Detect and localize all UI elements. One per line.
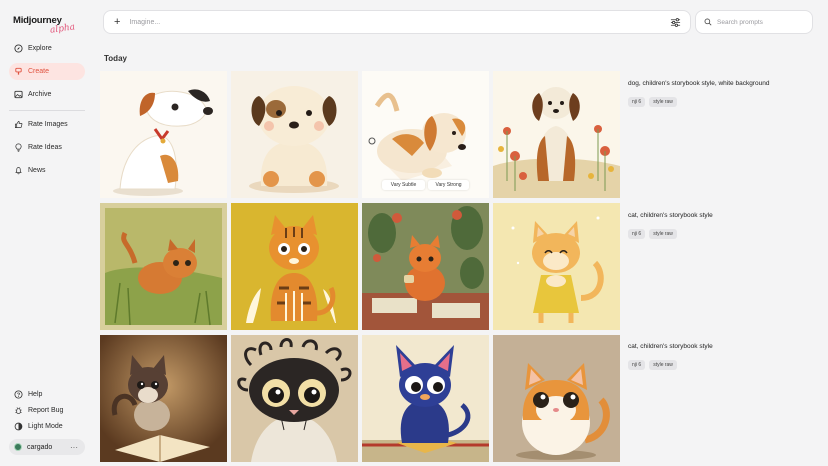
midjourney-logo[interactable]: Midjourney alpha xyxy=(13,15,88,37)
sidebar-item-label: Create xyxy=(28,68,50,75)
bug-icon xyxy=(14,406,23,415)
image-tile-dog-2[interactable] xyxy=(231,71,358,198)
imagine-placeholder: Imagine... xyxy=(129,18,161,26)
brush-icon xyxy=(14,67,23,76)
sidebar-item-report-bug[interactable]: Report Bug xyxy=(9,402,85,419)
sidebar-item-label: Rate Ideas xyxy=(28,144,62,151)
image-tile-cat-4[interactable] xyxy=(493,203,620,330)
lightbulb-icon xyxy=(14,143,23,152)
image-tile-dog-3[interactable] xyxy=(362,71,489,198)
tag-style[interactable]: style raw xyxy=(649,360,677,370)
plus-icon[interactable]: + xyxy=(114,16,120,28)
image-tile-dog-1[interactable] xyxy=(100,71,227,198)
sidebar-item-label: Light Mode xyxy=(28,423,63,430)
app-window: Midjourney alpha Explore Create Archive … xyxy=(0,0,828,466)
sidebar-item-news[interactable]: News xyxy=(9,162,85,179)
tag-group-row-1: nji 6 style raw xyxy=(628,97,677,107)
tag-group-row-3: nji 6 style raw xyxy=(628,360,677,370)
sidebar-item-archive[interactable]: Archive xyxy=(9,86,85,103)
image-tile-cat-6[interactable] xyxy=(231,335,358,462)
sidebar-item-help[interactable]: Help xyxy=(9,386,85,403)
thumbs-up-icon xyxy=(14,120,23,129)
section-title: Today xyxy=(104,54,127,63)
image-tile-cat-3[interactable] xyxy=(362,203,489,330)
tag-niji[interactable]: nji 6 xyxy=(628,229,646,239)
image-tile-cat-7[interactable] xyxy=(362,335,489,462)
sidebar-item-label: Report Bug xyxy=(28,407,64,414)
sidebar-item-label: Archive xyxy=(28,91,52,98)
bell-icon xyxy=(14,166,23,175)
prompt-text-row-2[interactable]: cat, children's storybook style xyxy=(628,212,713,219)
sidebar-item-label: Explore xyxy=(28,45,52,52)
imagine-input[interactable]: + Imagine... xyxy=(103,10,691,34)
image-tile-cat-8[interactable] xyxy=(493,335,620,462)
more-options-icon[interactable]: ··· xyxy=(70,443,78,452)
image-tile-cat-2[interactable] xyxy=(231,203,358,330)
tag-style[interactable]: style raw xyxy=(649,97,677,107)
settings-sliders-icon[interactable] xyxy=(670,17,681,28)
search-placeholder: Search prompts xyxy=(717,18,763,26)
prompt-text-row-1[interactable]: dog, children's storybook style, white b… xyxy=(628,80,769,87)
search-icon xyxy=(704,18,712,26)
tag-niji[interactable]: nji 6 xyxy=(628,360,646,370)
sidebar: Midjourney alpha Explore Create Archive … xyxy=(0,0,92,466)
tag-niji[interactable]: nji 6 xyxy=(628,97,646,107)
help-icon xyxy=(14,390,23,399)
prompt-text-row-3[interactable]: cat, children's storybook style xyxy=(628,343,713,350)
vary-subtle-button[interactable]: Vary Subtle xyxy=(382,180,425,190)
image-icon xyxy=(14,90,23,99)
user-account-button[interactable]: cargado ··· xyxy=(9,439,85,455)
vary-strong-button[interactable]: Vary Strong xyxy=(428,180,469,190)
username: cargado xyxy=(27,443,53,451)
sun-icon xyxy=(14,422,23,431)
logo-alpha-text: alpha xyxy=(49,22,76,36)
image-tile-dog-4[interactable] xyxy=(493,71,620,198)
tag-group-row-2: nji 6 style raw xyxy=(628,229,677,239)
sidebar-item-rate-images[interactable]: Rate Images xyxy=(9,116,85,133)
compass-icon xyxy=(14,44,23,53)
image-tile-cat-1[interactable] xyxy=(100,203,227,330)
tag-style[interactable]: style raw xyxy=(649,229,677,239)
sidebar-divider xyxy=(9,110,85,111)
sidebar-item-rate-ideas[interactable]: Rate Ideas xyxy=(9,139,85,156)
avatar xyxy=(14,443,22,451)
sidebar-item-label: Help xyxy=(28,391,43,398)
sidebar-item-explore[interactable]: Explore xyxy=(9,40,85,57)
search-prompts-input[interactable]: Search prompts xyxy=(695,10,813,34)
sidebar-item-label: Rate Images xyxy=(28,121,68,128)
sidebar-item-create[interactable]: Create xyxy=(9,63,85,80)
sidebar-item-light-mode[interactable]: Light Mode xyxy=(9,418,85,435)
sidebar-item-label: News xyxy=(28,167,46,174)
image-tile-cat-5[interactable] xyxy=(100,335,227,462)
